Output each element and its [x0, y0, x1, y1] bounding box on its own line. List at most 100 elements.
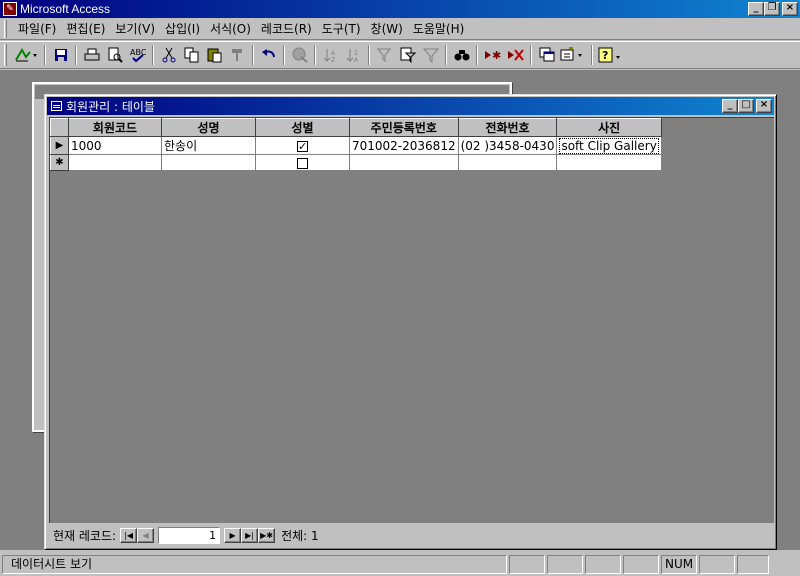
cell-photo[interactable]: soft Clip Gallery	[556, 136, 662, 155]
toolbar-separator	[314, 45, 316, 65]
cell-phone[interactable]: (02 )3458-0430	[457, 136, 558, 155]
toolbar-separator	[368, 45, 370, 65]
new-record-icon[interactable]: ✱	[481, 44, 504, 66]
cell-ssn[interactable]	[349, 154, 459, 171]
app-restore-button[interactable]: ❐	[764, 2, 780, 16]
table-maximize-button[interactable]: □	[738, 99, 754, 113]
last-record-button[interactable]: ▶|	[241, 527, 259, 543]
table-window-title: 회원관리 : 테이블	[66, 99, 155, 114]
toolbar-grip[interactable]	[4, 44, 7, 66]
view-design-icon[interactable]	[11, 44, 41, 66]
cell-photo[interactable]	[556, 154, 662, 171]
record-selector-new[interactable]: ✱	[50, 154, 69, 171]
menu-help[interactable]: 도움말(H)	[408, 20, 470, 37]
print-icon[interactable]	[80, 44, 103, 66]
print-preview-icon[interactable]	[103, 44, 126, 66]
column-header-code[interactable]: 회원코드	[68, 118, 162, 137]
new-record-nav-button[interactable]: ▶✱	[258, 527, 276, 543]
menu-format[interactable]: 서식(O)	[205, 20, 256, 37]
table-icon[interactable]	[51, 101, 62, 111]
status-text: 데이터시트 보기	[2, 555, 507, 574]
record-navigation: 현재 레코드: |◀ ◀ 1 ▶ ▶| ▶✱ 전체: 1	[49, 525, 774, 545]
table-row: ▶ 1000 한송이 ✓ 701002-2036812 (02 )3458-04…	[50, 136, 662, 155]
svg-text:?: ?	[602, 49, 608, 62]
save-icon[interactable]	[49, 44, 72, 66]
cell-gender[interactable]: ✓	[255, 136, 350, 155]
toolbar-separator	[75, 45, 77, 65]
table-close-button[interactable]: ×	[756, 99, 772, 113]
svg-text:Z: Z	[354, 50, 358, 57]
svg-text:ABC: ABC	[130, 48, 146, 57]
column-header-gender[interactable]: 성별	[255, 118, 350, 137]
cell-code[interactable]: 1000	[68, 136, 162, 155]
table-row-new: ✱	[50, 154, 662, 171]
app-title-bar: ✎ Microsoft Access _ ❐ ×	[0, 0, 800, 18]
cell-name[interactable]	[161, 154, 256, 171]
cell-phone[interactable]	[457, 154, 558, 171]
current-record-input[interactable]: 1	[158, 526, 221, 544]
gender-checkbox[interactable]	[297, 157, 308, 169]
status-cell-7	[737, 555, 769, 574]
table-window: 회원관리 : 테이블 _ □ × 회원코드 성명 성별 주민등록번호 전화번호	[44, 94, 777, 550]
find-icon[interactable]	[450, 44, 473, 66]
status-cell-1	[509, 555, 545, 574]
menu-insert[interactable]: 삽입(I)	[160, 20, 205, 37]
next-record-button[interactable]: ▶	[224, 527, 242, 543]
spelling-icon[interactable]: ABC	[126, 44, 149, 66]
undo-icon[interactable]	[257, 44, 280, 66]
app-title: Microsoft Access	[20, 2, 111, 16]
menu-records[interactable]: 레코드(R)	[256, 20, 317, 37]
table-window-title-bar[interactable]: 회원관리 : 테이블 _ □ ×	[47, 97, 774, 115]
menubar-grip[interactable]	[4, 19, 7, 38]
copy-icon[interactable]	[180, 44, 203, 66]
toolbar-separator	[476, 45, 478, 65]
sort-ascending-icon[interactable]: AZ	[319, 44, 342, 66]
sort-descending-icon[interactable]: ZA	[342, 44, 365, 66]
select-all-corner[interactable]	[50, 118, 69, 137]
toolbar-separator	[252, 45, 254, 65]
filter-by-form-icon[interactable]	[396, 44, 419, 66]
svg-text:A: A	[354, 57, 359, 63]
record-total: 전체: 1	[281, 528, 319, 543]
toolbar: ABC AZ ZA ✱ ?	[0, 41, 800, 69]
column-header-photo[interactable]: 사진	[556, 118, 662, 137]
datasheet-grid: 회원코드 성명 성별 주민등록번호 전화번호 사진 ▶ 1000 한송이 ✓ 7	[49, 117, 774, 523]
datasheet-table: 회원코드 성명 성별 주민등록번호 전화번호 사진 ▶ 1000 한송이 ✓ 7	[50, 118, 662, 171]
cell-gender[interactable]	[255, 154, 350, 171]
column-header-name[interactable]: 성명	[161, 118, 256, 137]
cut-icon[interactable]	[157, 44, 180, 66]
toolbar-separator	[152, 45, 154, 65]
menu-file[interactable]: 파일(F)	[13, 20, 61, 37]
cell-code[interactable]	[68, 154, 162, 171]
gender-checkbox[interactable]: ✓	[297, 140, 308, 152]
table-minimize-button[interactable]: _	[722, 99, 738, 113]
svg-text:✱: ✱	[492, 49, 501, 62]
status-cell-2	[547, 555, 583, 574]
paste-icon[interactable]	[203, 44, 226, 66]
column-header-phone[interactable]: 전화번호	[457, 118, 558, 137]
menu-window[interactable]: 창(W)	[366, 20, 408, 37]
record-selector-current[interactable]: ▶	[50, 136, 69, 155]
cell-name[interactable]: 한송이	[161, 136, 256, 155]
menu-view[interactable]: 보기(V)	[110, 20, 160, 37]
app-minimize-button[interactable]: _	[748, 2, 764, 16]
hyperlink-icon[interactable]	[288, 44, 311, 66]
toolbar-separator	[283, 45, 285, 65]
filter-by-selection-icon[interactable]	[373, 44, 396, 66]
format-painter-icon[interactable]	[226, 44, 249, 66]
app-close-button[interactable]: ×	[782, 2, 798, 16]
access-key-icon[interactable]: ✎	[3, 2, 17, 16]
svg-text:Z: Z	[331, 57, 335, 63]
prev-record-button[interactable]: ◀	[137, 527, 155, 543]
status-cell-4	[623, 555, 659, 574]
apply-filter-icon[interactable]	[419, 44, 442, 66]
database-window-icon[interactable]	[535, 44, 558, 66]
help-icon[interactable]: ?	[596, 44, 626, 66]
first-record-button[interactable]: |◀	[120, 527, 138, 543]
delete-record-icon[interactable]	[504, 44, 527, 66]
menu-tools[interactable]: 도구(T)	[317, 20, 366, 37]
new-object-icon[interactable]	[558, 44, 588, 66]
cell-ssn[interactable]: 701002-2036812	[349, 136, 459, 155]
menu-edit[interactable]: 편집(E)	[61, 20, 110, 37]
column-header-ssn[interactable]: 주민등록번호	[349, 118, 459, 137]
